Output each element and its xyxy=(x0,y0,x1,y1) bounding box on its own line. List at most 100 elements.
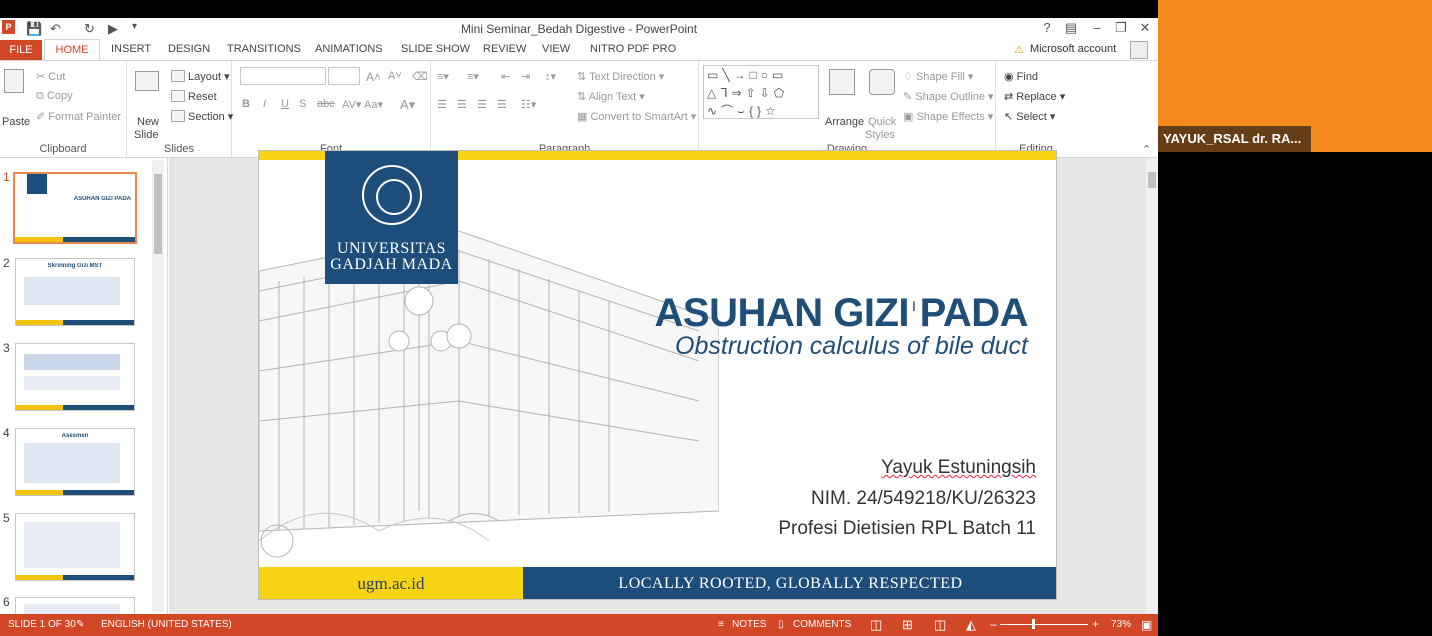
numbering-icon[interactable]: ≡▾ xyxy=(467,70,479,83)
increase-indent-icon[interactable]: ⇥ xyxy=(521,70,530,83)
zoom-slider-handle[interactable] xyxy=(1032,619,1035,629)
tab-view[interactable]: VIEW xyxy=(542,43,570,55)
shapes-gallery[interactable]: ▭╲→□○▭ △ᒣ⇒⇧⇩⬠ ∿⌒⌣{}☆ xyxy=(703,65,819,119)
slide-title[interactable]: ASUHAN GIZI PADA xyxy=(655,291,1029,336)
minimize-button[interactable]: – xyxy=(1086,20,1108,38)
new-slide-icon[interactable] xyxy=(135,71,159,91)
new-slide-label-2[interactable]: Slide xyxy=(134,129,158,141)
account-button[interactable]: Microsoft account xyxy=(1030,43,1116,55)
zoom-in-icon[interactable]: + xyxy=(1092,617,1099,631)
clear-formatting-icon[interactable]: ⌫ xyxy=(412,70,428,83)
slide-thumbnail-5[interactable] xyxy=(15,513,135,581)
current-slide[interactable]: UNIVERSITAS GADJAH MADA ASUHAN GIZI PADA … xyxy=(258,150,1057,600)
shadow-icon[interactable]: S xyxy=(299,98,306,110)
slide-thumbnail-2[interactable]: Skrinning Gizi MST xyxy=(15,258,135,326)
zoom-slider[interactable] xyxy=(1000,624,1088,625)
zoom-out-icon[interactable]: – xyxy=(990,617,997,631)
find-button[interactable]: ◉ Find xyxy=(1004,70,1038,83)
thumb-table xyxy=(24,522,120,568)
shape-effects-button[interactable]: ▣ Shape Effects ▾ xyxy=(903,110,993,123)
increase-font-icon[interactable]: A˄ xyxy=(366,70,381,84)
paste-icon[interactable] xyxy=(4,69,24,93)
shape-fill-button[interactable]: ♢ Shape Fill ▾ xyxy=(903,70,973,83)
notes-button[interactable]: NOTES xyxy=(732,619,766,630)
help-button[interactable]: ? xyxy=(1036,20,1058,38)
select-button[interactable]: ↖ Select ▾ xyxy=(1004,110,1055,123)
tab-nitro-pdf-pro[interactable]: NITRO PDF PRO xyxy=(590,43,676,55)
justify-icon[interactable]: ☰ xyxy=(497,98,507,111)
align-right-icon[interactable]: ☰ xyxy=(477,98,487,111)
ribbon-display-options-button[interactable]: ▤ xyxy=(1060,20,1082,38)
tab-home[interactable]: HOME xyxy=(44,39,100,60)
format-painter-button[interactable]: ✐ Format Painter xyxy=(36,110,121,123)
character-spacing-icon[interactable]: AV▾ xyxy=(342,98,361,111)
language-indicator[interactable]: ENGLISH (UNITED STATES) xyxy=(101,619,232,630)
replace-button[interactable]: ⇄ Replace ▾ xyxy=(1004,90,1065,103)
layout-button[interactable]: Layout ▾ xyxy=(171,70,230,83)
underline-icon[interactable]: U xyxy=(281,98,289,110)
bold-icon[interactable]: B xyxy=(242,98,250,110)
tab-file[interactable]: FILE xyxy=(0,40,42,60)
tab-slide-show[interactable]: SLIDE SHOW xyxy=(401,43,470,55)
slide-thumbnail-3[interactable] xyxy=(15,343,135,411)
collapse-ribbon-icon[interactable]: ⌃ xyxy=(1142,143,1151,156)
cut-button[interactable]: ✂ Cut xyxy=(36,70,65,83)
avatar[interactable] xyxy=(1130,41,1148,59)
close-button[interactable]: ✕ xyxy=(1134,20,1156,38)
convert-smartart-button[interactable]: ▦ Convert to SmartArt ▾ xyxy=(577,110,696,123)
section-button[interactable]: Section ▾ xyxy=(171,110,233,123)
decrease-indent-icon[interactable]: ⇤ xyxy=(501,70,510,83)
arrange-icon[interactable] xyxy=(829,69,855,95)
quick-styles-icon[interactable] xyxy=(869,69,895,95)
tab-insert[interactable]: INSERT xyxy=(111,43,151,55)
font-size-select[interactable] xyxy=(328,67,360,85)
copy-button[interactable]: ⧉ Copy xyxy=(36,90,73,103)
align-left-icon[interactable]: ☰ xyxy=(437,98,447,111)
font-family-select[interactable] xyxy=(240,67,326,85)
slide-scroll-thumb[interactable] xyxy=(1148,172,1156,188)
change-case-icon[interactable]: Aa▾ xyxy=(364,98,383,111)
quick-styles-label-2[interactable]: Styles xyxy=(865,129,895,141)
strikethrough-icon[interactable]: abc xyxy=(317,98,335,110)
slide-thumbnail-4[interactable]: Asesmen xyxy=(15,428,135,496)
restore-button[interactable]: ❐ xyxy=(1110,20,1132,38)
arrange-button[interactable]: Arrange xyxy=(825,116,864,128)
slide-show-icon[interactable]: ◭ xyxy=(966,617,976,633)
student-id[interactable]: NIM. 24/549218/KU/26323 xyxy=(811,488,1036,510)
spellcheck-icon[interactable]: ✎ xyxy=(76,619,84,630)
columns-icon[interactable]: ☷▾ xyxy=(521,98,536,111)
tab-review[interactable]: REVIEW xyxy=(483,43,526,55)
bullets-icon[interactable]: ≡▾ xyxy=(437,70,449,83)
align-text-button[interactable]: ⇅ Align Text ▾ xyxy=(577,90,645,103)
zoom-level[interactable]: 73% xyxy=(1111,619,1131,630)
font-color-icon[interactable]: A▾ xyxy=(400,97,415,113)
new-slide-label-1[interactable]: New xyxy=(137,116,159,128)
slide-subtitle[interactable]: Obstruction calculus of bile duct xyxy=(675,332,1028,361)
tab-animations[interactable]: ANIMATIONS xyxy=(315,43,383,55)
reading-view-icon[interactable]: ◫ xyxy=(934,617,946,633)
quick-styles-label-1[interactable]: Quick xyxy=(868,116,896,128)
fit-to-window-icon[interactable]: ▣ xyxy=(1141,618,1152,632)
thumbnail-scroll-thumb[interactable] xyxy=(154,174,162,254)
reset-button[interactable]: Reset xyxy=(171,90,217,103)
thumb-footer-yellow xyxy=(16,575,64,580)
text-direction-button[interactable]: ⇅ Text Direction ▾ xyxy=(577,70,664,83)
tab-design[interactable]: DESIGN xyxy=(168,43,210,55)
align-center-icon[interactable]: ☰ xyxy=(457,98,467,111)
decrease-font-icon[interactable]: A˅ xyxy=(388,70,402,82)
layout-label: Layout xyxy=(188,71,222,83)
slide-thumbnail-1[interactable]: ASUHAN GIZI PADA xyxy=(13,172,137,244)
slide-sorter-icon[interactable]: ⊞ xyxy=(902,617,913,633)
normal-view-icon[interactable]: ◫ xyxy=(870,617,882,633)
paste-button[interactable]: Paste xyxy=(2,116,30,128)
shape-outline-button[interactable]: ✎ Shape Outline ▾ xyxy=(903,90,994,103)
slide-counter[interactable]: SLIDE 1 OF 30 xyxy=(8,619,76,630)
line-spacing-icon[interactable]: ↕▾ xyxy=(545,70,556,83)
thumbnail-scrollbar[interactable] xyxy=(152,160,164,612)
tab-transitions[interactable]: TRANSITIONS xyxy=(227,43,301,55)
slide-scrollbar[interactable] xyxy=(1146,158,1158,614)
program-name[interactable]: Profesi Dietisien RPL Batch 11 xyxy=(778,518,1036,540)
author-name[interactable]: Yayuk Estuningsih xyxy=(881,457,1036,479)
comments-button[interactable]: COMMENTS xyxy=(793,619,851,630)
italic-icon[interactable]: I xyxy=(263,98,266,110)
